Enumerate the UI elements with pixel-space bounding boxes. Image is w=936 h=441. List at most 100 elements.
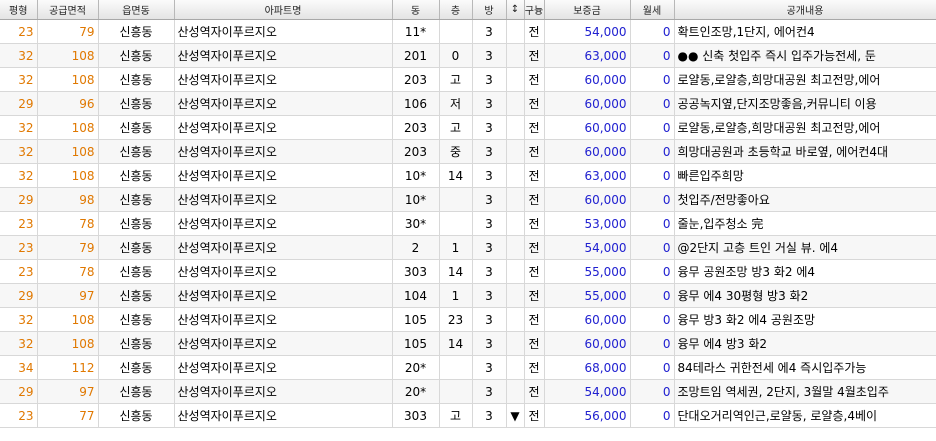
- cell-type: 전: [524, 307, 545, 332]
- table-row[interactable]: 23 78 신흥동 산성역자이푸르지오 303 14 3 전 55,000 0 융무 공원조망 방3…: [0, 259, 936, 284]
- cell-dong-name: 신흥동: [98, 307, 175, 332]
- table-row[interactable]: 32 108 신흥동 산성역자이푸르지오 105 23 3 전 60,000 0 융무 방3 화2 …: [0, 307, 936, 332]
- cell-area: 108: [37, 163, 99, 188]
- cell-memo: 줄눈,입주청소 完: [674, 211, 936, 236]
- cell-memo: 단대오거리역인근,로얄동, 로얄층,4베이: [674, 403, 936, 428]
- cell-pyeong: 32: [0, 43, 38, 68]
- cell-rent: 0: [630, 379, 675, 404]
- sort-marker-icon: [506, 307, 525, 332]
- cell-area: 108: [37, 331, 99, 356]
- cell-type: 전: [524, 283, 545, 308]
- listing-table: 평형 공급면적 읍면동 아파트명 동 층 방 ↕ 구늉 보증금 월세 공개내용 …: [0, 0, 936, 428]
- cell-rooms: 3: [472, 163, 507, 188]
- cell-apt: 산성역자이푸르지오: [174, 91, 393, 116]
- col-header-dong-name[interactable]: 읍면동: [98, 0, 175, 20]
- cell-apt: 산성역자이푸르지오: [174, 67, 393, 92]
- sort-marker-icon: [506, 67, 525, 92]
- table-row[interactable]: 32 108 신흥동 산성역자이푸르지오 201 0 3 전 63,000 0 ●● 신축 첫입주 …: [0, 43, 936, 68]
- table-row[interactable]: 23 79 신흥동 산성역자이푸르지오 2 1 3 전 54,000 0 @2단지 고층 트인 거실…: [0, 235, 936, 260]
- cell-rooms: 3: [472, 67, 507, 92]
- cell-type: 전: [524, 355, 545, 380]
- cell-deposit: 54,000: [544, 19, 631, 44]
- cell-type: 전: [524, 43, 545, 68]
- cell-pyeong: 34: [0, 355, 38, 380]
- col-header-rooms[interactable]: 방: [472, 0, 507, 20]
- col-header-rent[interactable]: 월세: [630, 0, 675, 20]
- cell-type: 전: [524, 187, 545, 212]
- cell-type: 전: [524, 403, 545, 428]
- cell-rent: 0: [630, 307, 675, 332]
- cell-floor: [439, 19, 473, 44]
- cell-rooms: 3: [472, 235, 507, 260]
- cell-area: 78: [37, 259, 99, 284]
- cell-memo: 융무 방3 화2 에4 공원조망: [674, 307, 936, 332]
- sort-marker-icon: [506, 283, 525, 308]
- cell-dong-name: 신흥동: [98, 211, 175, 236]
- cell-dong-name: 신흥동: [98, 43, 175, 68]
- col-header-deposit[interactable]: 보증금: [544, 0, 631, 20]
- cell-deposit: 60,000: [544, 187, 631, 212]
- cell-dong: 10*: [392, 163, 440, 188]
- table-row[interactable]: 29 97 신흥동 산성역자이푸르지오 20* 3 전 54,000 0 조망트임 역세권, 2단…: [0, 379, 936, 404]
- table-row[interactable]: 32 108 신흥동 산성역자이푸르지오 203 중 3 전 60,000 0 희망대공원과 초등학…: [0, 139, 936, 164]
- table-row[interactable]: 32 108 신흥동 산성역자이푸르지오 203 고 3 전 60,000 0 로얄동,로얄층,희망…: [0, 67, 936, 92]
- table-row[interactable]: 29 97 신흥동 산성역자이푸르지오 104 1 3 전 55,000 0 융무 에4 30평형 …: [0, 283, 936, 308]
- cell-rent: 0: [630, 187, 675, 212]
- cell-dong-name: 신흥동: [98, 283, 175, 308]
- sort-marker-icon: [506, 355, 525, 380]
- cell-dong: 104: [392, 283, 440, 308]
- cell-pyeong: 23: [0, 19, 38, 44]
- cell-rent: 0: [630, 403, 675, 428]
- col-header-area[interactable]: 공급면적: [37, 0, 99, 20]
- cell-rooms: 3: [472, 331, 507, 356]
- cell-dong: 2: [392, 235, 440, 260]
- table-row[interactable]: 32 108 신흥동 산성역자이푸르지오 10* 14 3 전 63,000 0 빠른입주희망: [0, 163, 936, 188]
- cell-area: 108: [37, 307, 99, 332]
- cell-rent: 0: [630, 139, 675, 164]
- col-header-memo[interactable]: 공개내용: [674, 0, 936, 20]
- cell-pyeong: 29: [0, 379, 38, 404]
- col-header-floor[interactable]: 층: [439, 0, 473, 20]
- table-row[interactable]: 32 108 신흥동 산성역자이푸르지오 105 14 3 전 60,000 0 융무 에4 방3 …: [0, 331, 936, 356]
- col-header-apt[interactable]: 아파트명: [174, 0, 393, 20]
- col-header-dong[interactable]: 동: [392, 0, 440, 20]
- cell-type: 전: [524, 331, 545, 356]
- cell-memo: 첫입주/전망좋아요: [674, 187, 936, 212]
- sort-marker-icon: [506, 139, 525, 164]
- table-row[interactable]: 23 78 신흥동 산성역자이푸르지오 30* 3 전 53,000 0 줄눈,입주청소 完: [0, 211, 936, 236]
- cell-deposit: 53,000: [544, 211, 631, 236]
- cell-rent: 0: [630, 91, 675, 116]
- cell-type: 전: [524, 139, 545, 164]
- table-row[interactable]: 34 112 신흥동 산성역자이푸르지오 20* 3 전 68,000 0 84테라스 귀한전세 …: [0, 355, 936, 380]
- table-row[interactable]: 32 108 신흥동 산성역자이푸르지오 203 고 3 전 60,000 0 로얄동,로얄층,희망…: [0, 115, 936, 140]
- col-header-type[interactable]: 구늉: [524, 0, 545, 20]
- cell-dong-name: 신흥동: [98, 115, 175, 140]
- table-row[interactable]: 29 98 신흥동 산성역자이푸르지오 10* 3 전 60,000 0 첫입주/전망좋아요: [0, 187, 936, 212]
- cell-dong-name: 신흥동: [98, 379, 175, 404]
- table-row[interactable]: 29 96 신흥동 산성역자이푸르지오 106 저 3 전 60,000 0 공공녹지옆,단지조망좋…: [0, 91, 936, 116]
- cell-memo: 공공녹지옆,단지조망좋음,커뮤니티 이용: [674, 91, 936, 116]
- cell-rooms: 3: [472, 307, 507, 332]
- cell-rooms: 3: [472, 283, 507, 308]
- cell-deposit: 60,000: [544, 115, 631, 140]
- table-row[interactable]: 23 77 신흥동 산성역자이푸르지오 303 고 3 ▼ 전 56,000 0 단대오거리역인근,로…: [0, 403, 936, 428]
- cell-rooms: 3: [472, 379, 507, 404]
- header-row: 평형 공급면적 읍면동 아파트명 동 층 방 ↕ 구늉 보증금 월세 공개내용: [0, 0, 936, 20]
- sort-marker-icon: [506, 211, 525, 236]
- cell-dong-name: 신흥동: [98, 163, 175, 188]
- table-row[interactable]: 23 79 신흥동 산성역자이푸르지오 11* 3 전 54,000 0 확트인조망,1단지, 에…: [0, 19, 936, 44]
- cell-dong-name: 신흥동: [98, 139, 175, 164]
- cell-apt: 산성역자이푸르지오: [174, 19, 393, 44]
- cell-rent: 0: [630, 235, 675, 260]
- col-header-sort[interactable]: ↕: [506, 0, 525, 20]
- col-header-pyeong[interactable]: 평형: [0, 0, 38, 20]
- cell-deposit: 63,000: [544, 163, 631, 188]
- cell-deposit: 54,000: [544, 235, 631, 260]
- cell-rooms: 3: [472, 115, 507, 140]
- cell-dong: 203: [392, 139, 440, 164]
- cell-floor: [439, 379, 473, 404]
- cell-type: 전: [524, 235, 545, 260]
- cell-type: 전: [524, 259, 545, 284]
- cell-memo: 84테라스 귀한전세 에4 즉시입주가능: [674, 355, 936, 380]
- cell-rooms: 3: [472, 211, 507, 236]
